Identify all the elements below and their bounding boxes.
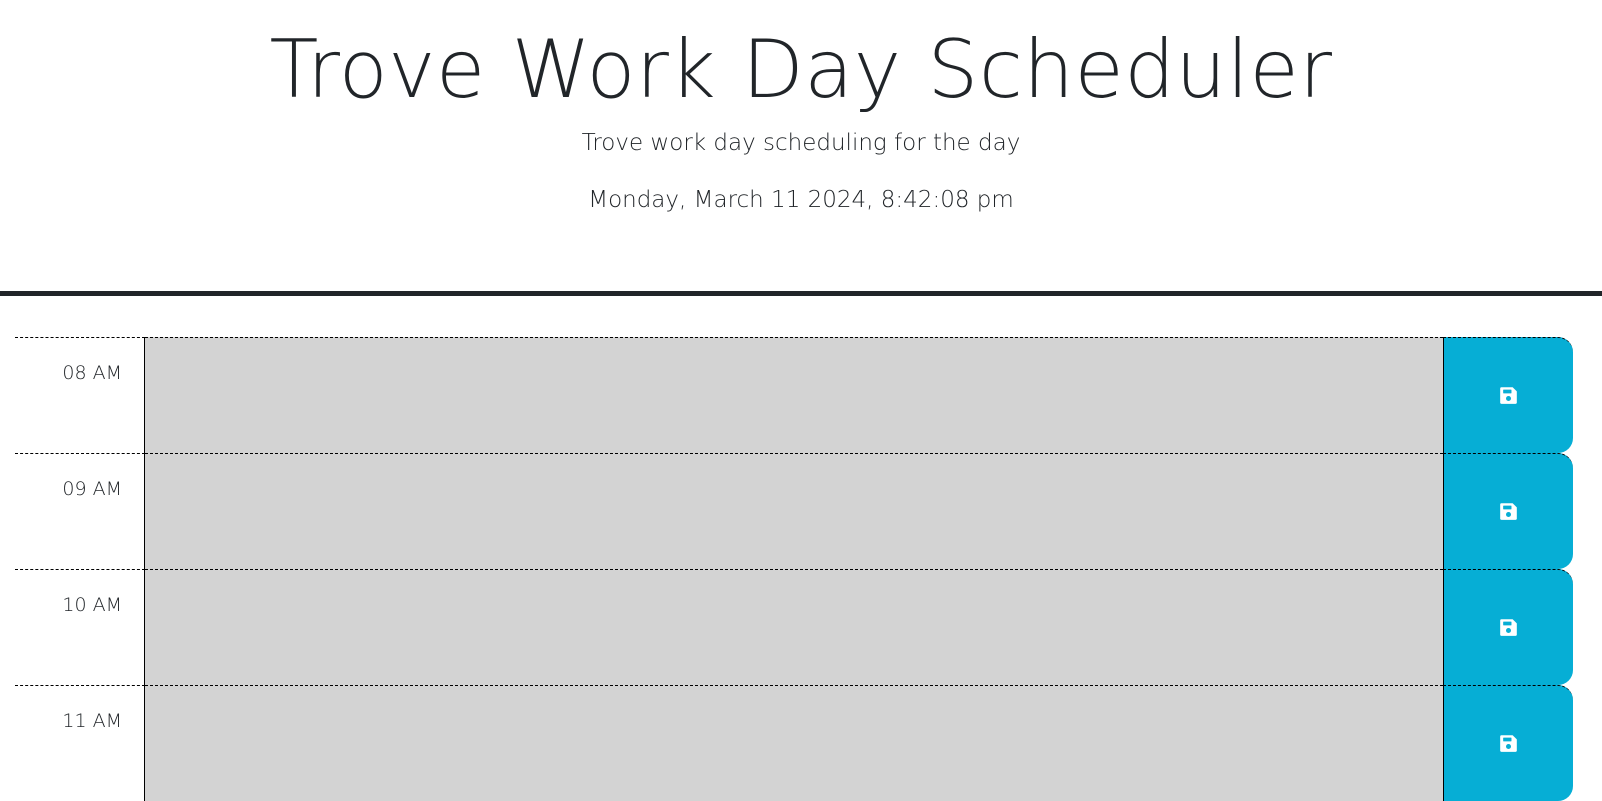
current-datetime: Monday, March 11 2024, 8:42:08 pm	[588, 187, 1014, 213]
save-button[interactable]	[1443, 685, 1573, 801]
time-block-row: 08 AM	[15, 337, 1573, 453]
event-description-input[interactable]	[145, 685, 1443, 801]
save-icon	[1500, 619, 1517, 636]
save-button[interactable]	[1443, 337, 1573, 453]
save-button[interactable]	[1443, 453, 1573, 569]
event-description-input[interactable]	[145, 453, 1443, 569]
save-icon	[1500, 503, 1517, 520]
hour-label: 10 AM	[15, 569, 145, 685]
save-button[interactable]	[1443, 569, 1573, 685]
save-icon	[1500, 387, 1517, 404]
time-block-row: 10 AM	[15, 569, 1573, 685]
time-block-row: 09 AM	[15, 453, 1573, 569]
hour-label: 09 AM	[15, 453, 145, 569]
hour-label: 11 AM	[15, 685, 145, 801]
header: Trove Work Day Scheduler Trove work day …	[0, 0, 1602, 296]
scheduler-container: 08 AM 09 AM 10 AM 11 AM	[15, 337, 1573, 801]
event-description-input[interactable]	[145, 569, 1443, 685]
time-block-row: 11 AM	[15, 685, 1573, 801]
event-description-input[interactable]	[145, 337, 1443, 453]
page-subtitle: Trove work day scheduling for the day	[581, 130, 1021, 156]
hour-label: 08 AM	[15, 337, 145, 453]
save-icon	[1500, 735, 1517, 752]
page-title: Trove Work Day Scheduler	[269, 23, 1333, 116]
